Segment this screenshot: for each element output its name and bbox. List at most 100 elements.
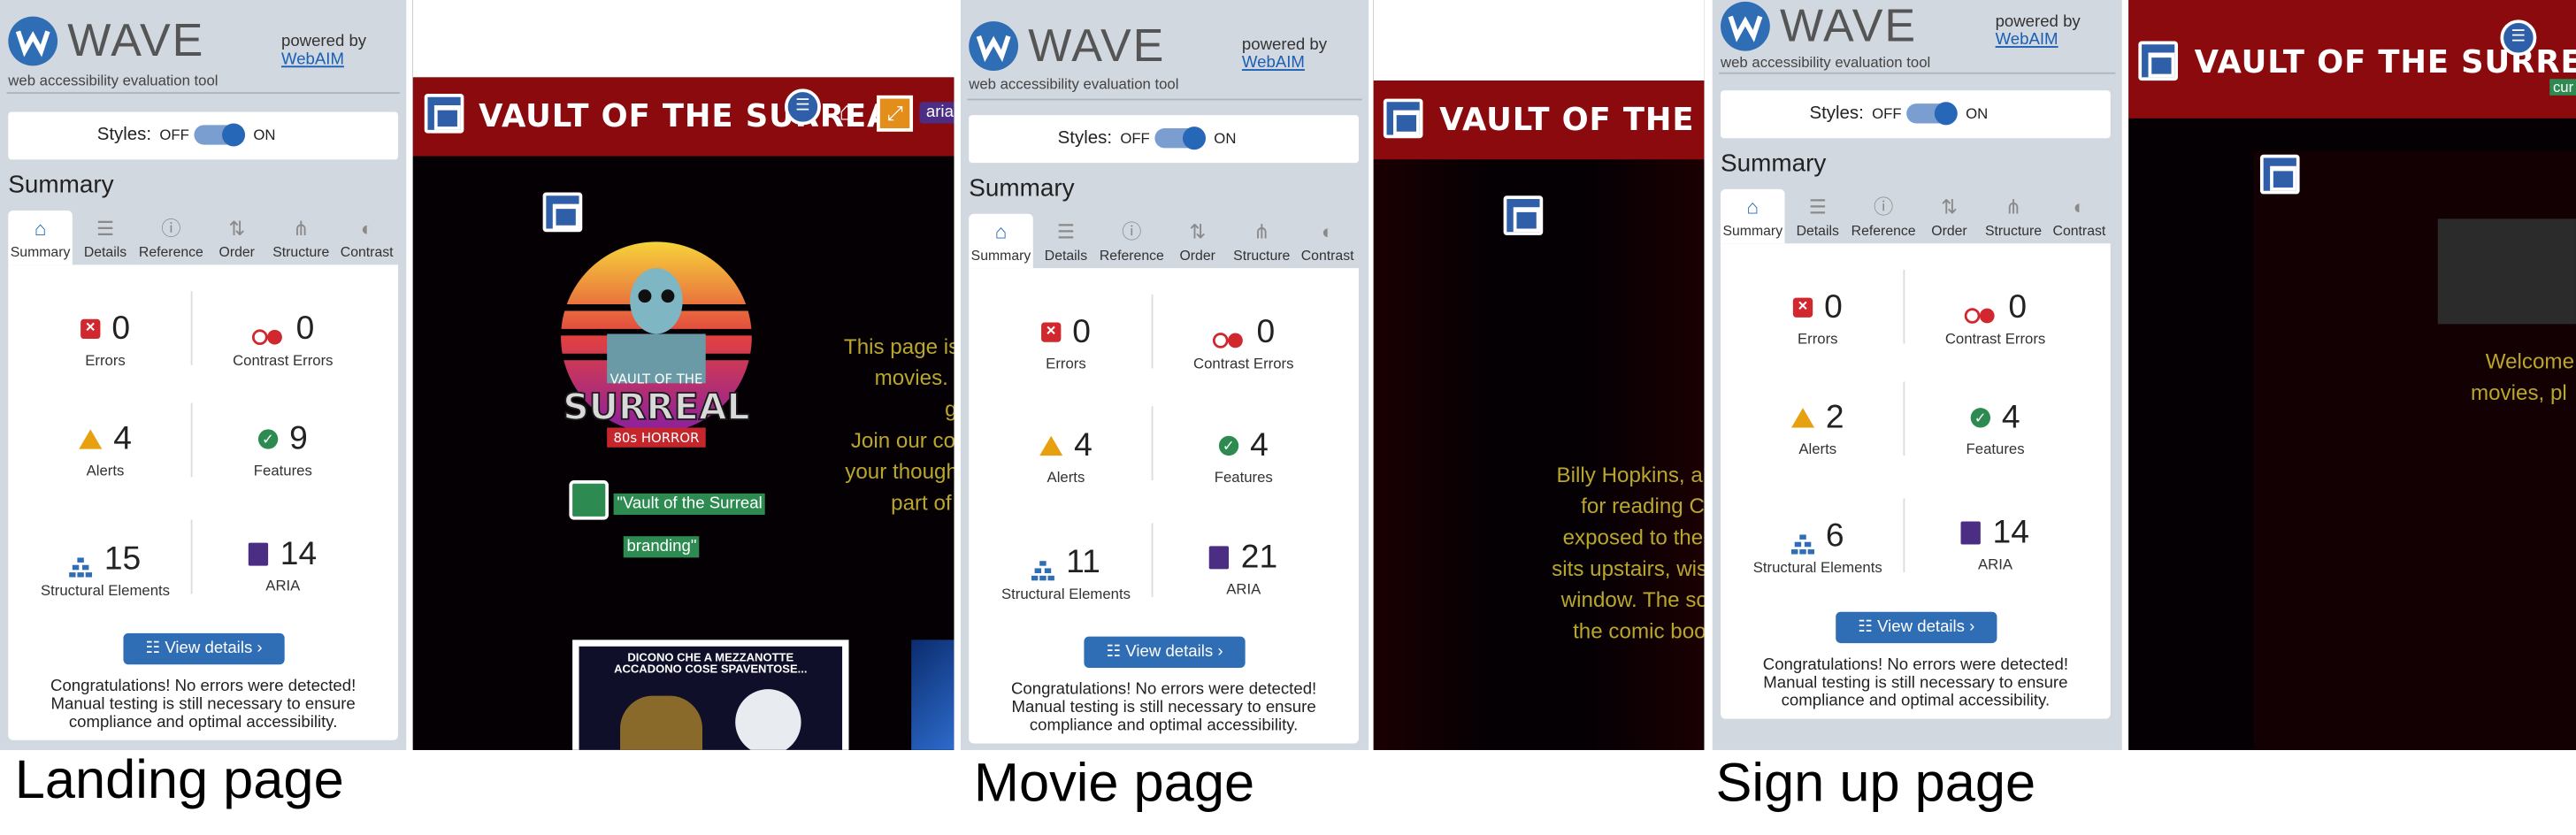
view-details-button[interactable]: ☷ View details › [1084,636,1246,668]
poster-caption-2: ACCADONO COSE SPAVENTOSE... [614,664,808,677]
wave-wordmark: WAVE [1779,0,1917,51]
styles-toggle-box: Styles: OFF ON [8,111,398,160]
feature-icon: ✓ [1218,435,1239,456]
poster-logo-sub: 80s HORROR [613,430,699,446]
signup-form-box[interactable] [2437,218,2576,325]
comparison-figure: WAVE web accessibility evaluation tool p… [0,0,2576,834]
features-stat[interactable]: ✓ 4 Features [1898,398,2092,457]
styles-off-label: OFF [1872,105,1902,122]
poster-logo-main: SURREAL [563,386,749,428]
image-feature-icon [569,479,610,520]
tab-reference[interactable]: ⓘ Reference [1097,214,1166,268]
error-icon: × [1040,322,1062,342]
alt-text-line-1: "Vault of the Surreal [613,486,766,516]
errors-stat[interactable]: × 0 Errors [8,310,202,369]
home-icon: ⌂ [34,217,47,241]
contrast-icon: ◐ [2073,195,2086,219]
styles-toggle[interactable] [1906,102,1958,126]
alerts-stat[interactable]: 4 Alerts [969,426,1162,486]
list-icon: ☷ [1858,618,1878,637]
tab-order[interactable]: ⇅ Order [209,211,264,264]
structural-stat[interactable]: 15 Structural Elements [8,540,202,599]
tab-reference[interactable]: ⓘ Reference [136,211,205,264]
summary-heading: Summary [8,171,114,199]
alerts-stat[interactable]: 2 Alerts [1721,398,1914,457]
errors-stat[interactable]: × 0 Errors [1721,287,1914,347]
alerts-stat[interactable]: 4 Alerts [8,419,202,479]
alt-text-line-2: branding" [623,530,701,559]
aria-stat[interactable]: 14 ARIA [1898,513,2092,572]
current-label-tag: cur [2549,79,2576,96]
styles-label: Styles: [1809,103,1864,124]
wave-logo: WAVE [1721,0,1917,53]
movie-poster-card-2[interactable] [911,640,954,750]
tab-summary[interactable]: ⌂ Summary [1721,188,1785,244]
contrast-errors-stat[interactable]: 0 Contrast Errors [1898,287,2092,347]
tab-contrast[interactable]: ◐ Contrast [335,211,398,264]
tab-details[interactable]: ☰ Details [74,211,137,264]
errors-count: 0 [1072,313,1091,350]
alert-icon [1039,435,1063,456]
webaim-link[interactable]: WebAIM [1996,31,2058,49]
tab-summary[interactable]: ⌂ Summary [969,213,1033,269]
aria-count: 14 [280,535,318,572]
features-label: Features [253,462,312,479]
errors-label: Errors [1046,355,1086,372]
styles-toggle[interactable] [194,123,246,147]
tab-structure[interactable]: ⋔ Structure [268,211,334,264]
structural-label: Structural Elements [40,582,171,599]
wave-logo-icon [1721,1,1770,51]
features-stat[interactable]: ✓ 4 Features [1146,426,1340,486]
page-body: Billy Hopkins, a for reading C exposed t… [1373,159,1705,750]
contrast-errors-stat[interactable]: 0 Contrast Errors [186,310,380,369]
tab-structure[interactable]: ⋔ Structure [1229,214,1294,268]
aria-stat[interactable]: 14 ARIA [186,534,380,594]
contrast-errors-label: Contrast Errors [233,351,334,369]
wave-sidebar-movie: WAVE web accessibility evaluation tool p… [960,0,1369,750]
view-details-button[interactable]: ☷ View details › [1836,611,1997,644]
errors-stat[interactable]: × 0 Errors [969,312,1162,372]
structure-icon: ⋔ [292,217,310,241]
tab-order[interactable]: ⇅ Order [1169,214,1225,268]
structural-stat[interactable]: 11 Structural Elements [969,543,1162,602]
webaim-link[interactable]: WebAIM [281,51,344,69]
contrast-error-icon [1212,322,1245,349]
aria-stat[interactable]: 21 ARIA [1146,538,1340,597]
contrast-errors-stat[interactable]: 0 Contrast Errors [1146,312,1340,372]
features-count: 9 [289,420,308,457]
movie-synopsis: Billy Hopkins, a for reading C exposed t… [1552,462,1705,644]
menu-icon[interactable]: ☰ [784,88,821,126]
aria-count: 21 [1240,538,1278,575]
tab-details[interactable]: ☰ Details [1035,214,1098,268]
divider [1719,72,2116,74]
errors-count: 0 [111,310,131,347]
styles-toggle[interactable] [1154,126,1207,150]
tab-contrast[interactable]: ◐ Contrast [2048,189,2111,243]
menu-icon[interactable]: ☰ [2500,19,2537,57]
wave-wordmark: WAVE [1028,19,1166,71]
aria-label: ARIA [1978,555,2013,573]
home-icon[interactable]: ⌂ [839,99,855,128]
error-icon: × [80,318,101,340]
tab-contrast[interactable]: ◐ Contrast [1296,214,1359,268]
movie-poster-card[interactable]: DICONO CHE A MEZZANOTTE ACCADONO COSE SP… [572,640,849,750]
feature-icon: ✓ [1970,408,1990,428]
view-details-button[interactable]: ☷ View details › [123,632,285,665]
tab-structure[interactable]: ⋔ Structure [1981,189,2046,243]
errors-count: 0 [1824,288,1843,326]
list-icon: ☰ [96,217,115,241]
tab-details[interactable]: ☰ Details [1786,189,1849,243]
aria-icon [249,542,269,566]
contrast-errors-count: 0 [295,310,315,347]
tab-reference[interactable]: ⓘ Reference [1849,189,1918,243]
tab-summary[interactable]: ⌂ Summary [8,211,73,265]
wave-tabs: ⌂ Summary ☰ Details ⓘ Reference ⇅ Order ⋔ Str… [1721,188,2111,244]
tab-order[interactable]: ⇅ Order [1921,189,1977,243]
structural-stat[interactable]: 6 Structural Elements [1721,517,1914,576]
webaim-link[interactable]: WebAIM [1242,54,1305,72]
alert-icon [79,429,103,449]
wave-logo-icon [969,21,1019,71]
features-stat[interactable]: ✓ 9 Features [186,419,380,479]
structural-count: 11 [1066,543,1100,580]
poster-logo-top: VAULT OF THE [610,371,702,387]
